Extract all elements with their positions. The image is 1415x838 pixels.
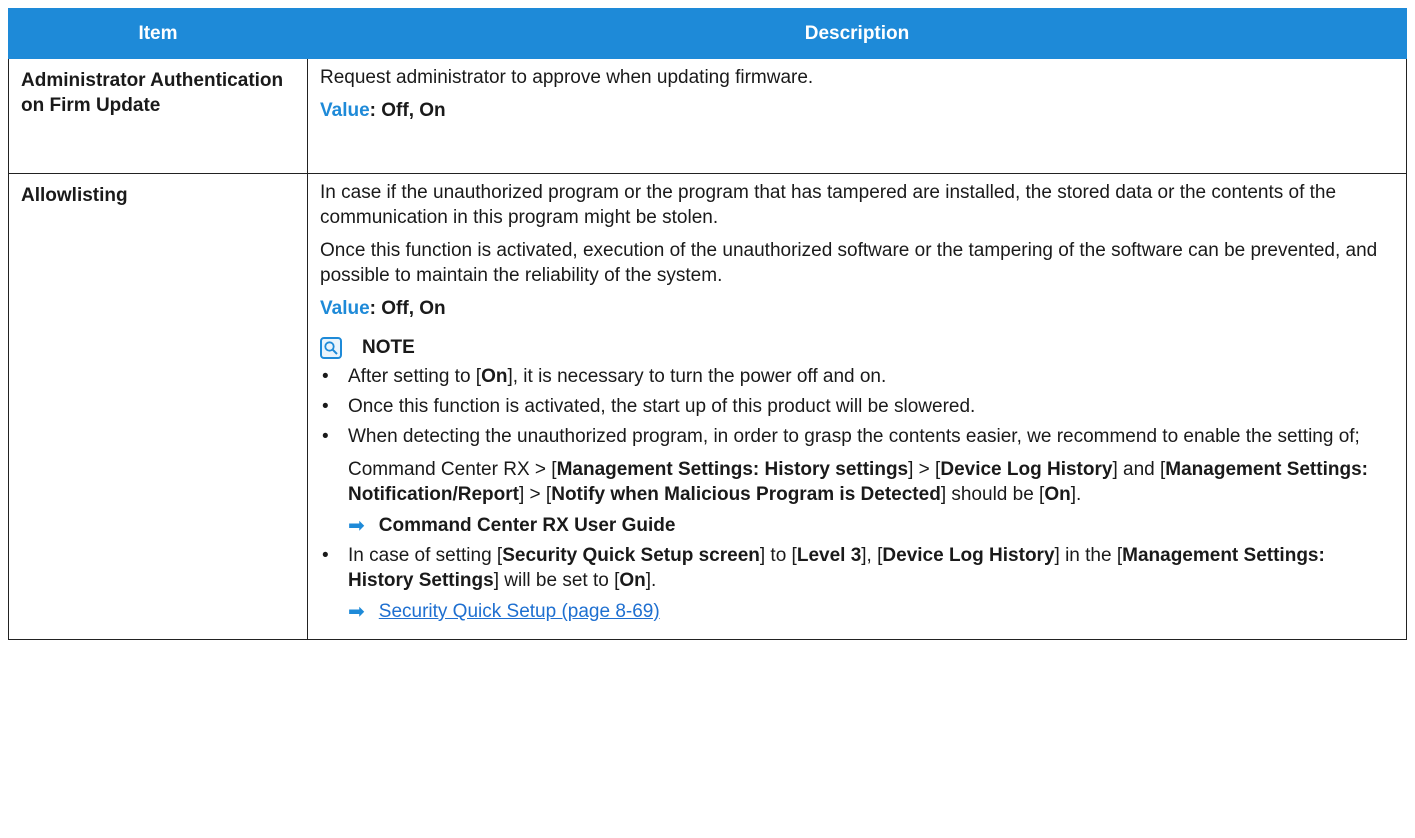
header-row: Item Description — [8, 8, 1407, 59]
right-arrow-icon: ➡ — [348, 514, 365, 537]
header-item: Item — [8, 8, 308, 59]
right-arrow-icon: ➡ — [348, 600, 365, 623]
value-line: Value: Off, On — [320, 296, 1394, 321]
note-item: After setting to [On], it is necessary t… — [320, 364, 1394, 389]
header-description: Description — [307, 8, 1407, 59]
description-text: Request administrator to approve when up… — [320, 67, 814, 88]
description-paragraph: Once this function is activated, executi… — [320, 240, 1378, 286]
note-item: When detecting the unauthorized program,… — [320, 424, 1394, 538]
note-list: After setting to [On], it is necessary t… — [320, 364, 1394, 624]
reference-line: ➡ Security Quick Setup (page 8-69) — [348, 599, 1394, 624]
value-label: Value — [320, 100, 370, 121]
value-text: : Off, On — [369, 100, 446, 121]
value-label: Value — [320, 298, 370, 319]
item-description: Request administrator to approve when up… — [307, 58, 1407, 174]
table-row: Allowlisting In case if the unauthorized… — [8, 173, 1407, 640]
item-name: Administrator Authentication on Firm Upd… — [8, 58, 308, 174]
settings-table: Item Description Administrator Authentic… — [8, 8, 1407, 640]
note-heading: NOTE — [320, 335, 1394, 360]
note-item: In case of setting [Security Quick Setup… — [320, 543, 1394, 624]
value-text: : Off, On — [369, 298, 446, 319]
value-line: Value: Off, On — [320, 98, 1394, 123]
item-name: Allowlisting — [8, 173, 308, 640]
item-description: In case if the unauthorized program or t… — [307, 173, 1407, 640]
reference-text: Command Center RX User Guide — [378, 515, 676, 536]
table-row: Administrator Authentication on Firm Upd… — [8, 58, 1407, 174]
description-paragraph: In case if the unauthorized program or t… — [320, 182, 1337, 228]
note-item: Once this function is activated, the sta… — [320, 394, 1394, 419]
security-quick-setup-link[interactable]: Security Quick Setup (page 8-69) — [379, 599, 660, 624]
reference-line: ➡ Command Center RX User Guide — [348, 513, 1394, 538]
note-magnifier-icon — [320, 336, 342, 359]
note-title: NOTE — [362, 337, 415, 358]
